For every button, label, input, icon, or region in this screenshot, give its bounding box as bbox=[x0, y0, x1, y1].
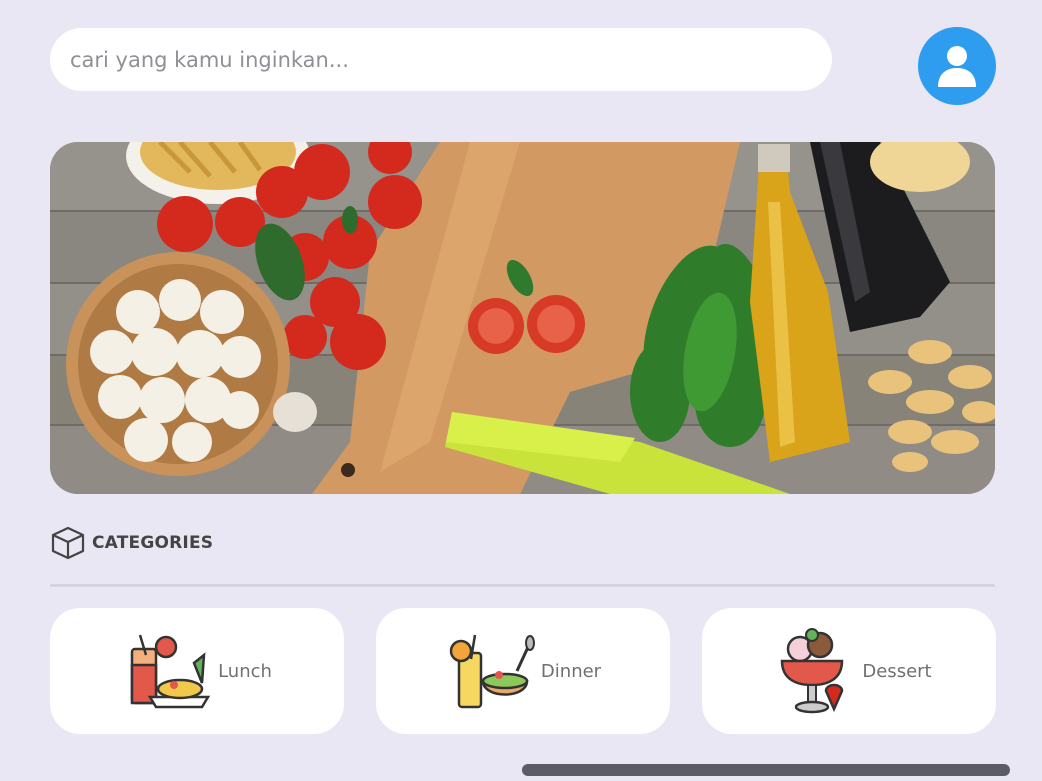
category-card-lunch[interactable]: Lunch bbox=[50, 608, 344, 734]
categories-header: CATEGORIES bbox=[50, 525, 213, 561]
search-input[interactable] bbox=[70, 47, 832, 72]
horizontal-scrollbar[interactable] bbox=[522, 764, 1010, 776]
category-card-dinner[interactable]: Dinner bbox=[376, 608, 670, 734]
category-label-dinner: Dinner bbox=[540, 660, 602, 682]
dessert-icon bbox=[781, 628, 844, 714]
user-icon bbox=[938, 46, 976, 87]
section-divider bbox=[50, 584, 995, 587]
category-card-dessert[interactable]: Dessert bbox=[702, 608, 996, 734]
dinner-icon bbox=[449, 634, 535, 709]
search-bar[interactable] bbox=[50, 28, 832, 91]
categories-title: CATEGORIES bbox=[92, 533, 214, 553]
category-label-lunch: Lunch bbox=[218, 660, 272, 682]
food-ingredients-image bbox=[50, 142, 995, 494]
hero-banner[interactable] bbox=[50, 142, 995, 494]
category-label-dessert: Dessert bbox=[862, 660, 932, 682]
lunch-icon bbox=[130, 634, 211, 709]
profile-avatar-button[interactable] bbox=[918, 27, 996, 105]
box-icon bbox=[51, 526, 85, 560]
